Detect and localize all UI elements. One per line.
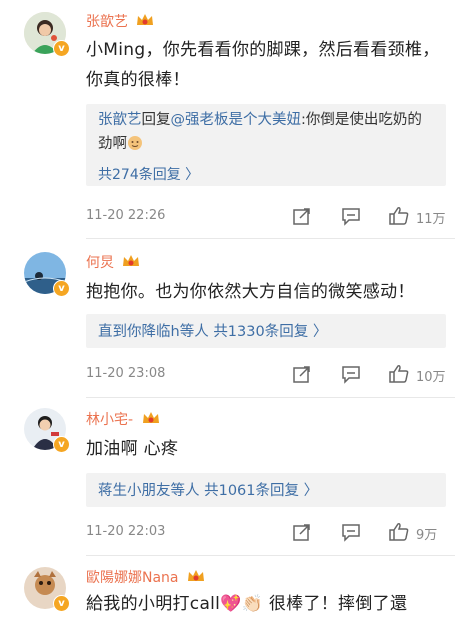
view-replies-link[interactable]: 共1330条回复 〉 <box>213 324 327 340</box>
verified-badge-icon: v <box>53 595 70 612</box>
comment-item: v 歐陽娜娜Nana 給我的小明打call💖👏🏻 很棒了！摔倒了還 <box>0 557 455 615</box>
timestamp: 11-20 23:08 <box>86 366 166 381</box>
username[interactable]: 张歆艺 <box>86 14 128 30</box>
reply-preview[interactable]: 直到你降临h等人 共1330条回复 〉 <box>86 314 446 348</box>
share-icon[interactable] <box>292 522 312 542</box>
like-count: 10万 <box>416 370 446 385</box>
timestamp: 11-20 22:26 <box>86 208 166 223</box>
emoji-icon <box>128 136 142 150</box>
verified-badge-icon: v <box>53 436 70 453</box>
thumbs-up-icon[interactable] <box>388 522 410 542</box>
like-count: 9万 <box>416 528 438 543</box>
comment-text: 小Ming，你先看看你的脚踝，然后看看颈椎，你真的很棒！ <box>86 40 440 90</box>
comment-icon[interactable] <box>341 522 361 542</box>
thumbs-up-icon[interactable] <box>388 206 410 226</box>
comment-meta: 11-20 22:03 9万 <box>86 522 446 546</box>
reply-preview[interactable]: 张歆艺回复@强老板是个大美妞:你倒是使出吃奶的劲啊 共274条回复 〉 <box>86 104 446 186</box>
divider <box>86 555 455 556</box>
comment-text: 抱抱你。也为你依然大方自信的微笑感动！ <box>86 282 415 302</box>
reply-names[interactable]: 直到你降临h等人 <box>98 324 209 340</box>
crown-icon <box>142 412 159 423</box>
username[interactable]: 歐陽娜娜Nana <box>86 570 179 586</box>
username[interactable]: 何炅 <box>86 255 114 271</box>
comment-meta: 11-20 22:26 11万 <box>86 206 446 230</box>
reply-line: 张歆艺回复@强老板是个大美妞:你倒是使出吃奶的劲啊 <box>86 104 446 156</box>
thumbs-up-icon[interactable] <box>388 364 410 384</box>
reply-verb: 回复 <box>141 112 171 128</box>
verified-badge-icon: v <box>53 280 70 297</box>
reply-author[interactable]: 张歆艺 <box>98 112 142 128</box>
divider <box>86 238 455 239</box>
comment-icon[interactable] <box>341 364 361 384</box>
reply-mention[interactable]: @强老板是个大美妞 <box>171 112 302 128</box>
view-replies-link[interactable]: 共1061条回复 〉 <box>204 483 318 499</box>
comment-item: v 何炅 抱抱你。也为你依然大方自信的微笑感动！ 直到你降临h等人 共1330条… <box>0 240 455 398</box>
comment-item: v 林小宅- 加油啊 心疼 蒋生小朋友等人 共1061条回复 〉 11-20 2… <box>0 398 455 553</box>
view-replies-link[interactable]: 共274条回复 〉 <box>86 164 446 184</box>
crown-icon <box>137 14 154 25</box>
username[interactable]: 林小宅- <box>86 412 133 428</box>
like-count: 11万 <box>416 212 446 227</box>
comment-meta: 11-20 23:08 10万 <box>86 364 446 388</box>
crown-icon <box>123 255 140 266</box>
share-icon[interactable] <box>292 364 312 384</box>
comment-icon[interactable] <box>341 206 361 226</box>
timestamp: 11-20 22:03 <box>86 524 166 539</box>
reply-summary: 蒋生小朋友等人 共1061条回复 〉 <box>86 473 446 500</box>
reply-names[interactable]: 蒋生小朋友等人 <box>98 483 200 499</box>
comment-text: 加油啊 心疼 <box>86 439 179 459</box>
reply-preview[interactable]: 蒋生小朋友等人 共1061条回复 〉 <box>86 473 446 507</box>
comment-item: v 张歆艺 小Ming，你先看看你的脚踝，然后看看颈椎，你真的很棒！ 张歆艺回复… <box>0 0 455 240</box>
share-icon[interactable] <box>292 206 312 226</box>
crown-icon <box>187 570 204 581</box>
reply-summary: 直到你降临h等人 共1330条回复 〉 <box>86 314 446 341</box>
verified-badge-icon: v <box>53 40 70 57</box>
